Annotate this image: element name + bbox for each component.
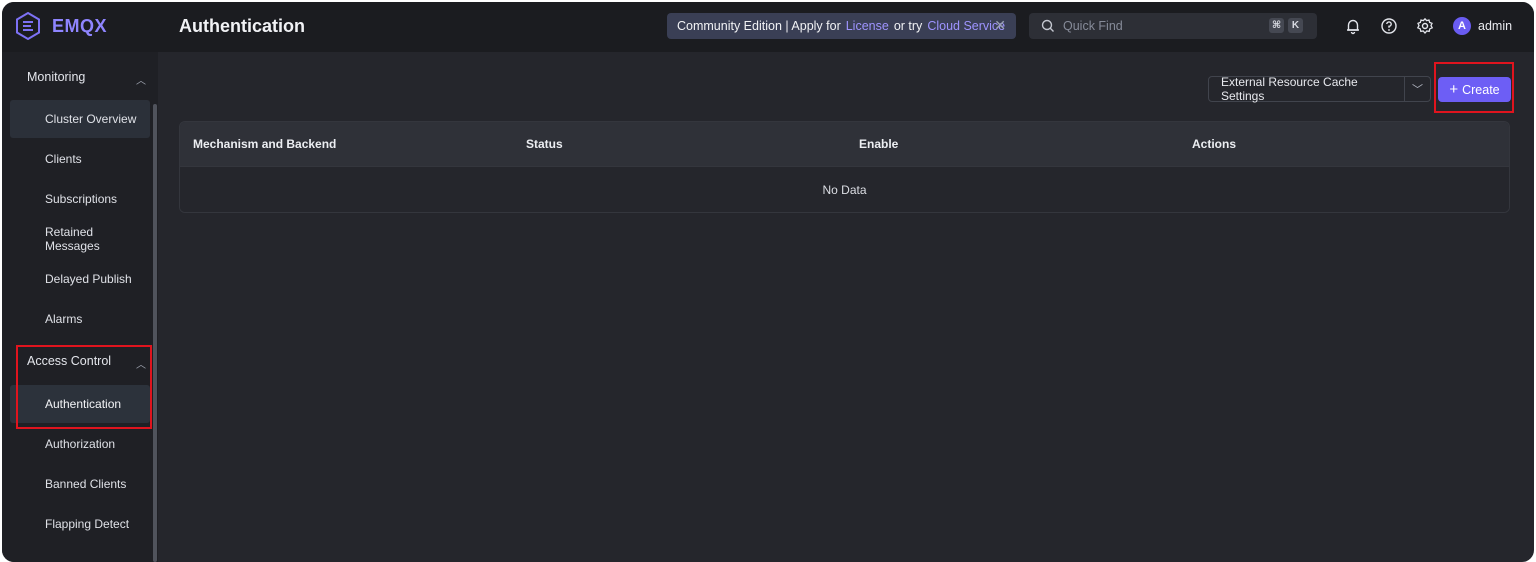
empty-state-text: No Data [822, 183, 867, 197]
table-header: Mechanism and Backend Status Enable Acti… [180, 122, 1509, 166]
sidebar-item-alarms[interactable]: Alarms [10, 300, 150, 338]
search-placeholder: Quick Find [1063, 19, 1123, 33]
sidebar-scrollbar[interactable] [153, 104, 157, 562]
chevron-up-icon[interactable]: ︿ [136, 72, 146, 87]
logo-text: EMQX [52, 15, 108, 36]
top-header: EMQX Authentication Community Edition | … [2, 2, 1534, 52]
logo[interactable]: EMQX [14, 12, 107, 40]
column-header-status: Status [526, 137, 563, 151]
sidebar: Monitoring ︿ Cluster Overview Clients Su… [2, 52, 158, 562]
license-link[interactable]: License [846, 19, 889, 33]
avatar[interactable]: A [1453, 17, 1471, 35]
shortcut-k-key: K [1288, 18, 1303, 33]
sidebar-item-subscriptions[interactable]: Subscriptions [10, 180, 150, 218]
user-name[interactable]: admin [1478, 19, 1512, 33]
column-header-actions: Actions [1192, 137, 1237, 151]
chevron-down-icon[interactable]: ﹀ [1405, 81, 1430, 97]
help-icon[interactable] [1380, 17, 1398, 35]
sidebar-item-clients[interactable]: Clients [10, 140, 150, 178]
gear-icon[interactable] [1416, 17, 1434, 35]
page-title: Authentication [179, 16, 305, 36]
authentication-table: Mechanism and Backend Status Enable Acti… [179, 121, 1510, 213]
edition-banner: Community Edition | Apply for License or… [667, 13, 1016, 39]
highlight-box-access-control [16, 345, 152, 429]
sidebar-item-banned-clients[interactable]: Banned Clients [10, 465, 150, 503]
search-icon [1041, 19, 1054, 32]
column-header-mechanism: Mechanism and Backend [193, 137, 337, 151]
column-header-enable: Enable [859, 137, 899, 151]
sidebar-item-delayed-publish[interactable]: Delayed Publish [10, 260, 150, 298]
cache-settings-label: External Resource Cache Settings [1221, 75, 1358, 103]
table-body: No Data [180, 166, 1509, 212]
banner-text: Community Edition | Apply for [677, 19, 841, 33]
external-resource-cache-settings-button[interactable]: External Resource Cache Settings ﹀ [1208, 75, 1431, 103]
sidebar-item-cluster-overview[interactable]: Cluster Overview [10, 100, 150, 138]
shortcut-cmd-key: ⌘ [1269, 18, 1284, 33]
bell-icon[interactable] [1344, 17, 1362, 35]
app-window: EMQX Authentication Community Edition | … [2, 2, 1534, 562]
sidebar-item-authorization[interactable]: Authorization [10, 425, 150, 463]
highlight-box-create [1434, 62, 1514, 113]
sidebar-item-flapping-detect[interactable]: Flapping Detect [10, 505, 150, 543]
sidebar-group-monitoring[interactable]: Monitoring [27, 70, 85, 84]
close-icon[interactable]: ✕ [994, 18, 1006, 32]
emqx-logo-icon [16, 12, 40, 40]
sidebar-item-retained-messages[interactable]: Retained Messages [10, 220, 150, 258]
banner-text-middle: or try [893, 19, 923, 33]
quick-find-search[interactable]: Quick Find ⌘ K [1029, 13, 1317, 39]
